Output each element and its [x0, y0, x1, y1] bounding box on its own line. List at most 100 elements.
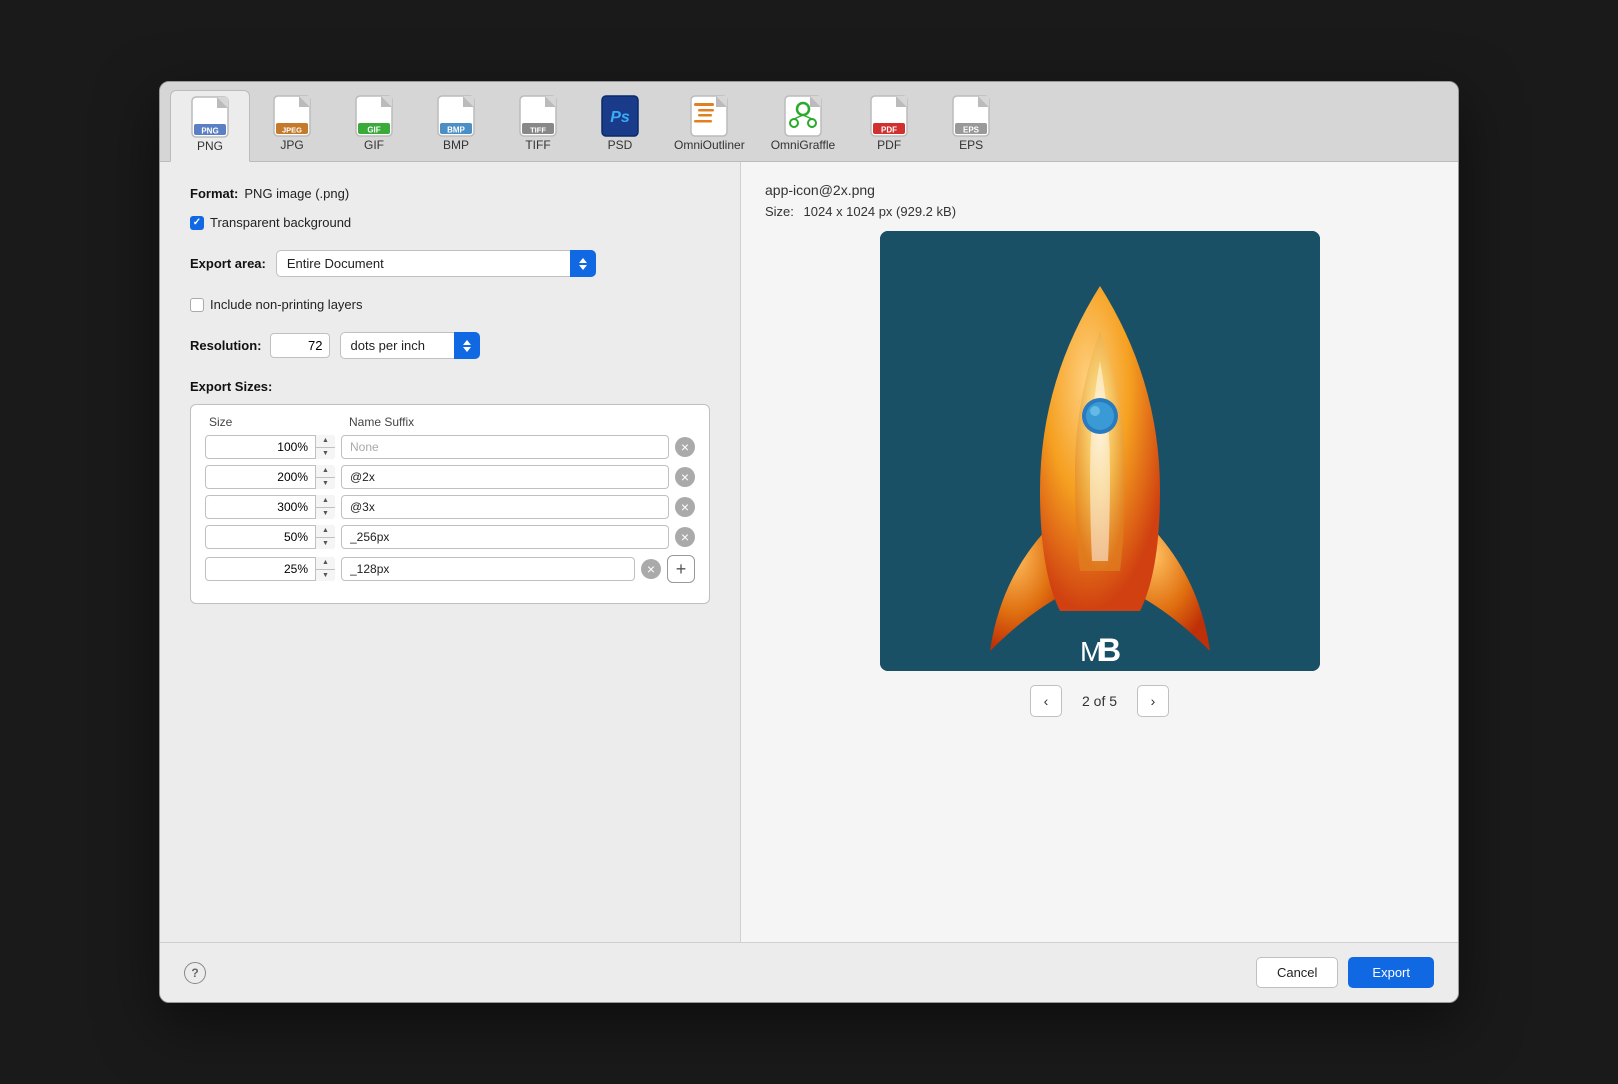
tab-omnigraffle-label: OmniGraffle	[771, 138, 835, 152]
resolution-row: Resolution: dots per inch pixels per mm …	[190, 332, 710, 359]
format-label: Format:	[190, 186, 238, 201]
svg-text:EPS: EPS	[963, 126, 980, 135]
svg-text:Ps: Ps	[610, 109, 630, 126]
tab-pdf[interactable]: PDF PDF	[849, 90, 929, 161]
content-area: Format: PNG image (.png) Transparent bac…	[160, 162, 1458, 942]
preview-filename: app-icon@2x.png	[765, 182, 875, 198]
tab-png-label: PNG	[197, 139, 223, 153]
tab-omnioutliner-label: OmniOutliner	[674, 138, 745, 152]
name-input-2[interactable]	[341, 465, 669, 489]
tab-psd[interactable]: Ps PSD	[580, 90, 660, 161]
preview-size-label: Size:	[765, 204, 794, 219]
svg-text:PDF: PDF	[881, 126, 897, 135]
psd-file-icon: Ps	[601, 95, 639, 137]
tab-png[interactable]: PNG PNG	[170, 90, 250, 162]
pdf-file-icon: PDF	[870, 95, 908, 137]
prev-button[interactable]: ‹	[1030, 685, 1062, 717]
remove-btn-5[interactable]	[641, 559, 661, 579]
preview-size-value: 1024 x 1024 px (929.2 kB)	[804, 204, 957, 219]
size-input-wrap-1: ▲ ▼	[205, 435, 335, 459]
step-up-1[interactable]: ▲	[316, 435, 335, 448]
resolution-unit-container: dots per inch pixels per mm dots per cm	[340, 332, 480, 359]
col-size-header: Size	[209, 415, 349, 429]
stepper-1: ▲ ▼	[315, 435, 335, 459]
svg-text:B: B	[1098, 632, 1121, 668]
png-file-icon: PNG	[191, 96, 229, 138]
preview-size: Size: 1024 x 1024 px (929.2 kB)	[765, 204, 956, 219]
tab-jpg-label: JPG	[280, 138, 303, 152]
stepper-5: ▲ ▼	[315, 557, 335, 581]
step-down-3[interactable]: ▼	[316, 508, 335, 520]
step-down-2[interactable]: ▼	[316, 478, 335, 490]
tab-omnigraffle[interactable]: OmniGraffle	[759, 90, 847, 161]
export-area-select[interactable]: Entire Document Current Page Selection	[276, 250, 596, 277]
step-up-2[interactable]: ▲	[316, 465, 335, 478]
sizes-table: Size Name Suffix ▲ ▼	[190, 404, 710, 604]
step-up-3[interactable]: ▲	[316, 495, 335, 508]
size-input-wrap-2: ▲ ▼	[205, 465, 335, 489]
resolution-unit-select[interactable]: dots per inch pixels per mm dots per cm	[340, 332, 480, 359]
remove-btn-4[interactable]	[675, 527, 695, 547]
next-button[interactable]: ›	[1137, 685, 1169, 717]
step-down-5[interactable]: ▼	[316, 570, 335, 582]
format-value: PNG image (.png)	[244, 186, 349, 201]
export-button[interactable]: Export	[1348, 957, 1434, 988]
stepper-2: ▲ ▼	[315, 465, 335, 489]
export-sizes-label: Export Sizes:	[190, 379, 710, 394]
nonprinting-checkbox[interactable]	[190, 298, 204, 312]
size-input-wrap-5: ▲ ▼	[205, 557, 335, 581]
step-up-4[interactable]: ▲	[316, 525, 335, 538]
stepper-4: ▲ ▼	[315, 525, 335, 549]
help-button[interactable]: ?	[184, 962, 206, 984]
jpg-file-icon: JPEG	[273, 95, 311, 137]
remove-btn-3[interactable]	[675, 497, 695, 517]
tab-gif-label: GIF	[364, 138, 384, 152]
size-row-1: ▲ ▼	[205, 435, 695, 459]
gif-file-icon: GIF	[355, 95, 393, 137]
size-row-2: ▲ ▼	[205, 465, 695, 489]
preview-image: M B	[880, 231, 1320, 671]
left-panel: Format: PNG image (.png) Transparent bac…	[160, 162, 740, 942]
tab-jpg[interactable]: JPEG JPG	[252, 90, 332, 161]
svg-text:PNG: PNG	[201, 127, 218, 136]
step-up-5[interactable]: ▲	[316, 557, 335, 570]
size-row-3: ▲ ▼	[205, 495, 695, 519]
size-row-4: ▲ ▼	[205, 525, 695, 549]
name-input-4[interactable]	[341, 525, 669, 549]
step-down-1[interactable]: ▼	[316, 448, 335, 460]
remove-btn-1[interactable]	[675, 437, 695, 457]
tiff-file-icon: TIFF	[519, 95, 557, 137]
size-row-5: ▲ ▼ +	[205, 555, 695, 583]
transparent-bg-label: Transparent background	[210, 215, 351, 230]
preview-nav: ‹ 2 of 5 ›	[1030, 685, 1169, 717]
tab-eps[interactable]: EPS EPS	[931, 90, 1011, 161]
resolution-input[interactable]	[270, 333, 330, 358]
stepper-3: ▲ ▼	[315, 495, 335, 519]
size-input-wrap-4: ▲ ▼	[205, 525, 335, 549]
cancel-button[interactable]: Cancel	[1256, 957, 1338, 988]
nonprinting-row: Include non-printing layers	[190, 297, 710, 312]
tab-omnioutliner[interactable]: OmniOutliner	[662, 90, 757, 161]
eps-file-icon: EPS	[952, 95, 990, 137]
tab-bmp[interactable]: BMP BMP	[416, 90, 496, 161]
step-down-4[interactable]: ▼	[316, 538, 335, 550]
transparent-bg-checkbox[interactable]	[190, 216, 204, 230]
sizes-header: Size Name Suffix	[205, 415, 695, 429]
tab-tiff[interactable]: TIFF TIFF	[498, 90, 578, 161]
col-name-header: Name Suffix	[349, 415, 695, 429]
name-input-5[interactable]	[341, 557, 635, 581]
export-area-row: Export area: Entire Document Current Pag…	[190, 250, 710, 277]
name-input-3[interactable]	[341, 495, 669, 519]
tab-gif[interactable]: GIF GIF	[334, 90, 414, 161]
omnigraffle-file-icon	[784, 95, 822, 137]
right-panel: app-icon@2x.png Size: 1024 x 1024 px (92…	[740, 162, 1458, 942]
svg-text:JPEG: JPEG	[282, 126, 302, 135]
name-input-1[interactable]	[341, 435, 669, 459]
transparent-bg-row: Transparent background	[190, 215, 710, 230]
nonprinting-label: Include non-printing layers	[210, 297, 362, 312]
remove-btn-2[interactable]	[675, 467, 695, 487]
svg-text:BMP: BMP	[447, 126, 465, 135]
bmp-file-icon: BMP	[437, 95, 475, 137]
add-size-button[interactable]: +	[667, 555, 695, 583]
export-area-select-container: Entire Document Current Page Selection	[276, 250, 596, 277]
